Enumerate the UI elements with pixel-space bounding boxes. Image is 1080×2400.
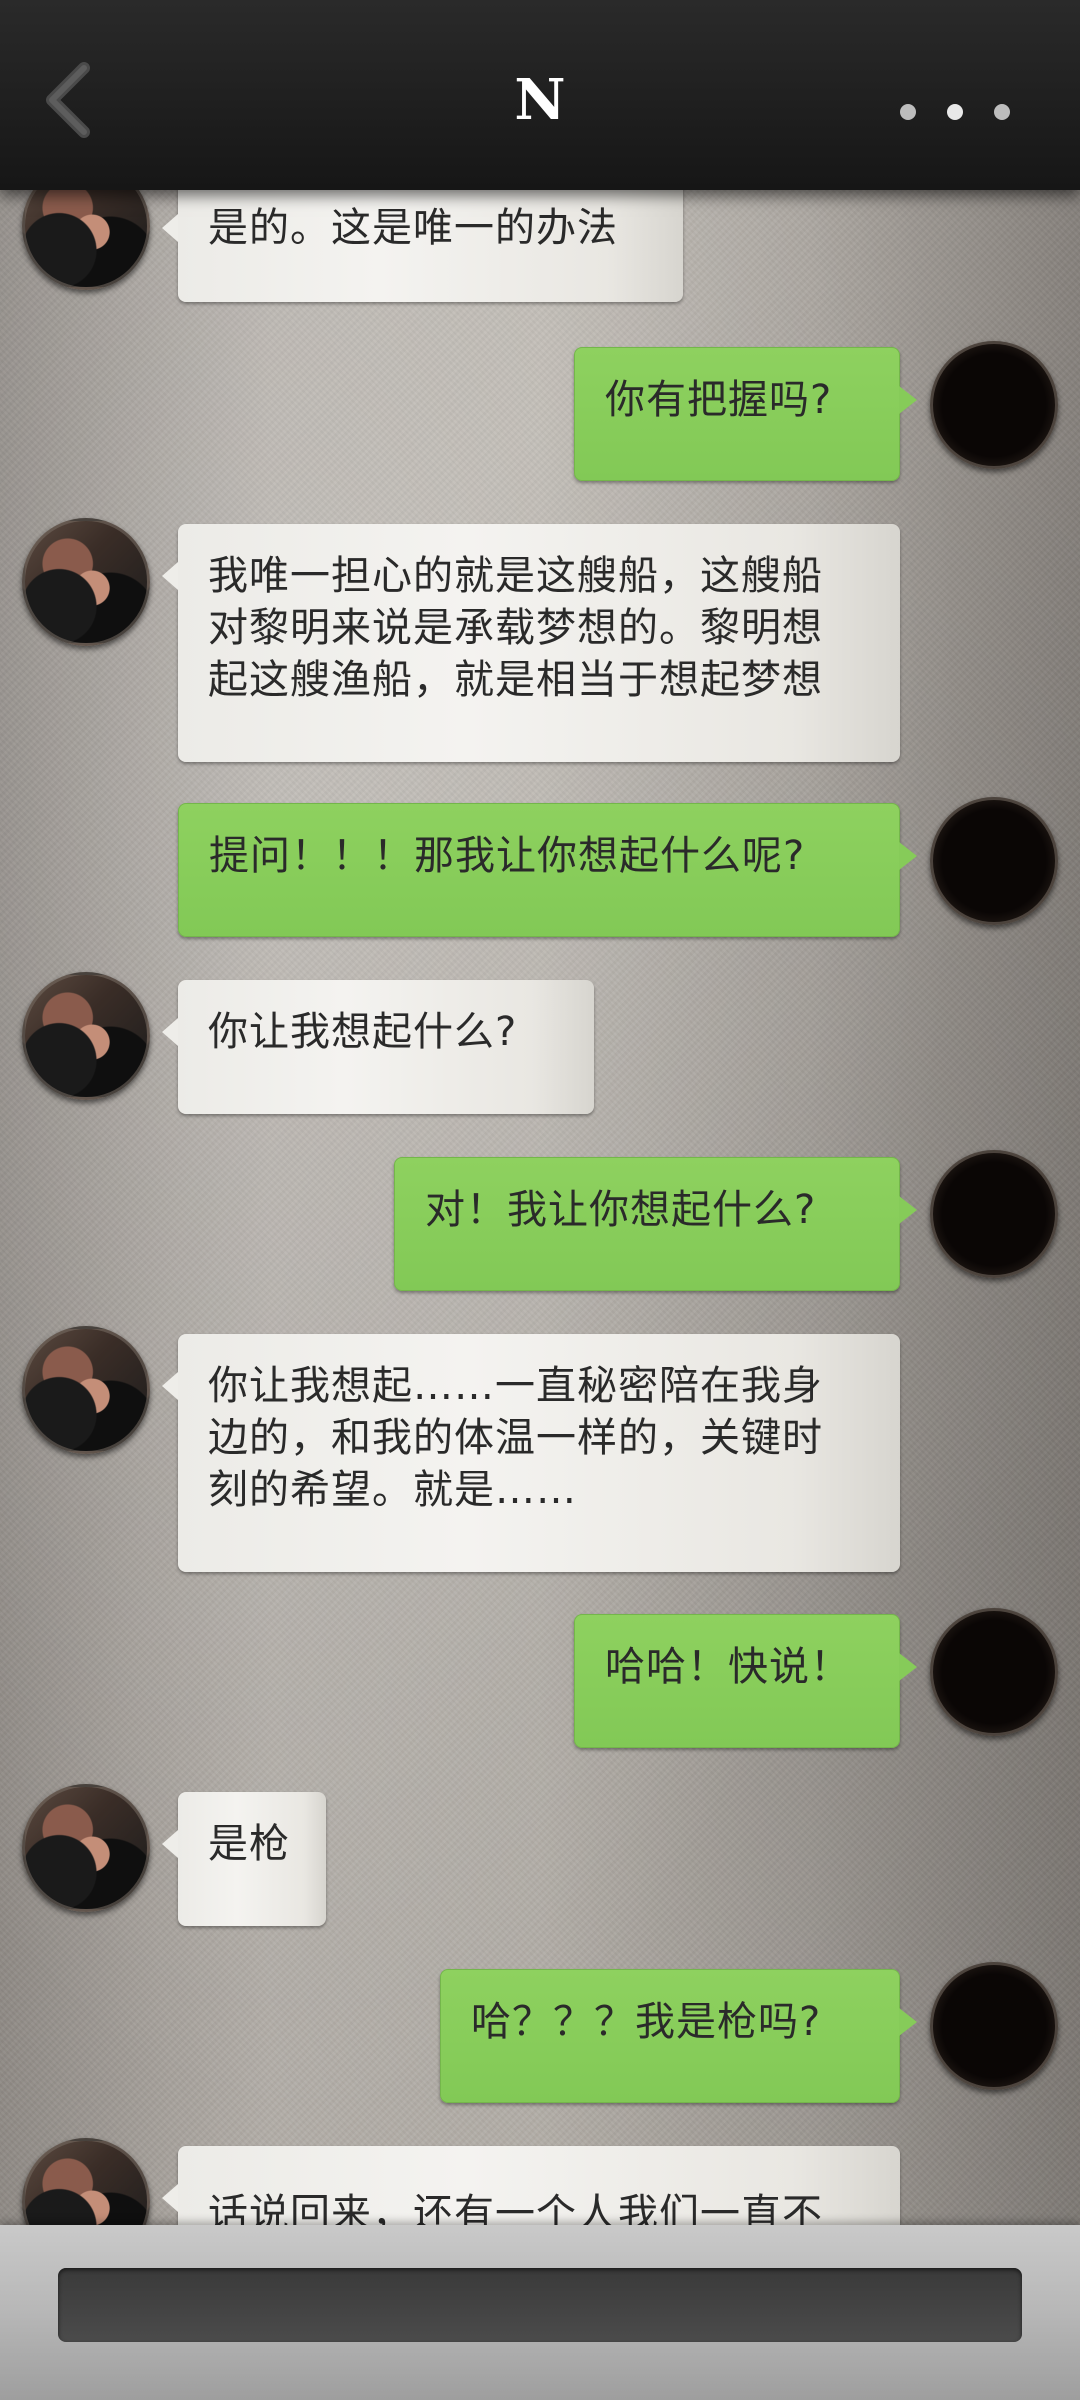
- contact-avatar[interactable]: [22, 2138, 150, 2225]
- contact-avatar[interactable]: [22, 518, 150, 646]
- contact-avatar[interactable]: [22, 1326, 150, 1454]
- contact-avatar[interactable]: [22, 1784, 150, 1912]
- message-bubble-incoming: 我唯一担心的就是这艘船，这艘船 对黎明来说是承载梦想的。黎明想 起这艘渔船，就是…: [162, 524, 900, 762]
- message-bubble-incoming: 你让我想起什么?: [162, 980, 594, 1114]
- contact-avatar[interactable]: [22, 972, 150, 1100]
- message-bubble-incoming: 是的。这是唯一的办法: [162, 176, 683, 302]
- more-dots-icon: [947, 104, 963, 120]
- more-options-button[interactable]: [900, 90, 1010, 134]
- user-avatar[interactable]: [930, 1962, 1058, 2090]
- message-input[interactable]: [58, 2268, 1022, 2342]
- message-bubble-outgoing: 你有把握吗?: [574, 347, 917, 481]
- chat-area[interactable]: 是的。这是唯一的办法 你有把握吗? 我唯一担心的就是这艘船，这艘船 对黎明来说是…: [0, 0, 1080, 2225]
- message-bubble-outgoing: 哈？？？我是枪吗?: [440, 1969, 917, 2103]
- message-bubble-incoming: 是枪: [162, 1792, 326, 1926]
- message-bubble-outgoing: 提问！！！那我让你想起什么呢?: [178, 803, 917, 937]
- top-bar: N: [0, 0, 1080, 190]
- message-bubble-outgoing: 哈哈！快说！: [574, 1614, 917, 1748]
- more-dots-icon: [994, 104, 1010, 120]
- user-avatar[interactable]: [930, 1608, 1058, 1736]
- user-avatar[interactable]: [930, 797, 1058, 925]
- message-bubble-incoming: 你让我想起……一直秘密陪在我身 边的，和我的体温一样的，关键时 刻的希望。就是……: [162, 1334, 900, 1572]
- user-avatar[interactable]: [930, 341, 1058, 469]
- more-dots-icon: [900, 104, 916, 120]
- message-bubble-incoming: 话说回来，还有一个人我们一直不: [162, 2146, 900, 2225]
- bottom-input-bar: [0, 2225, 1080, 2400]
- user-avatar[interactable]: [930, 1150, 1058, 1278]
- message-bubble-outgoing: 对！我让你想起什么?: [394, 1157, 917, 1291]
